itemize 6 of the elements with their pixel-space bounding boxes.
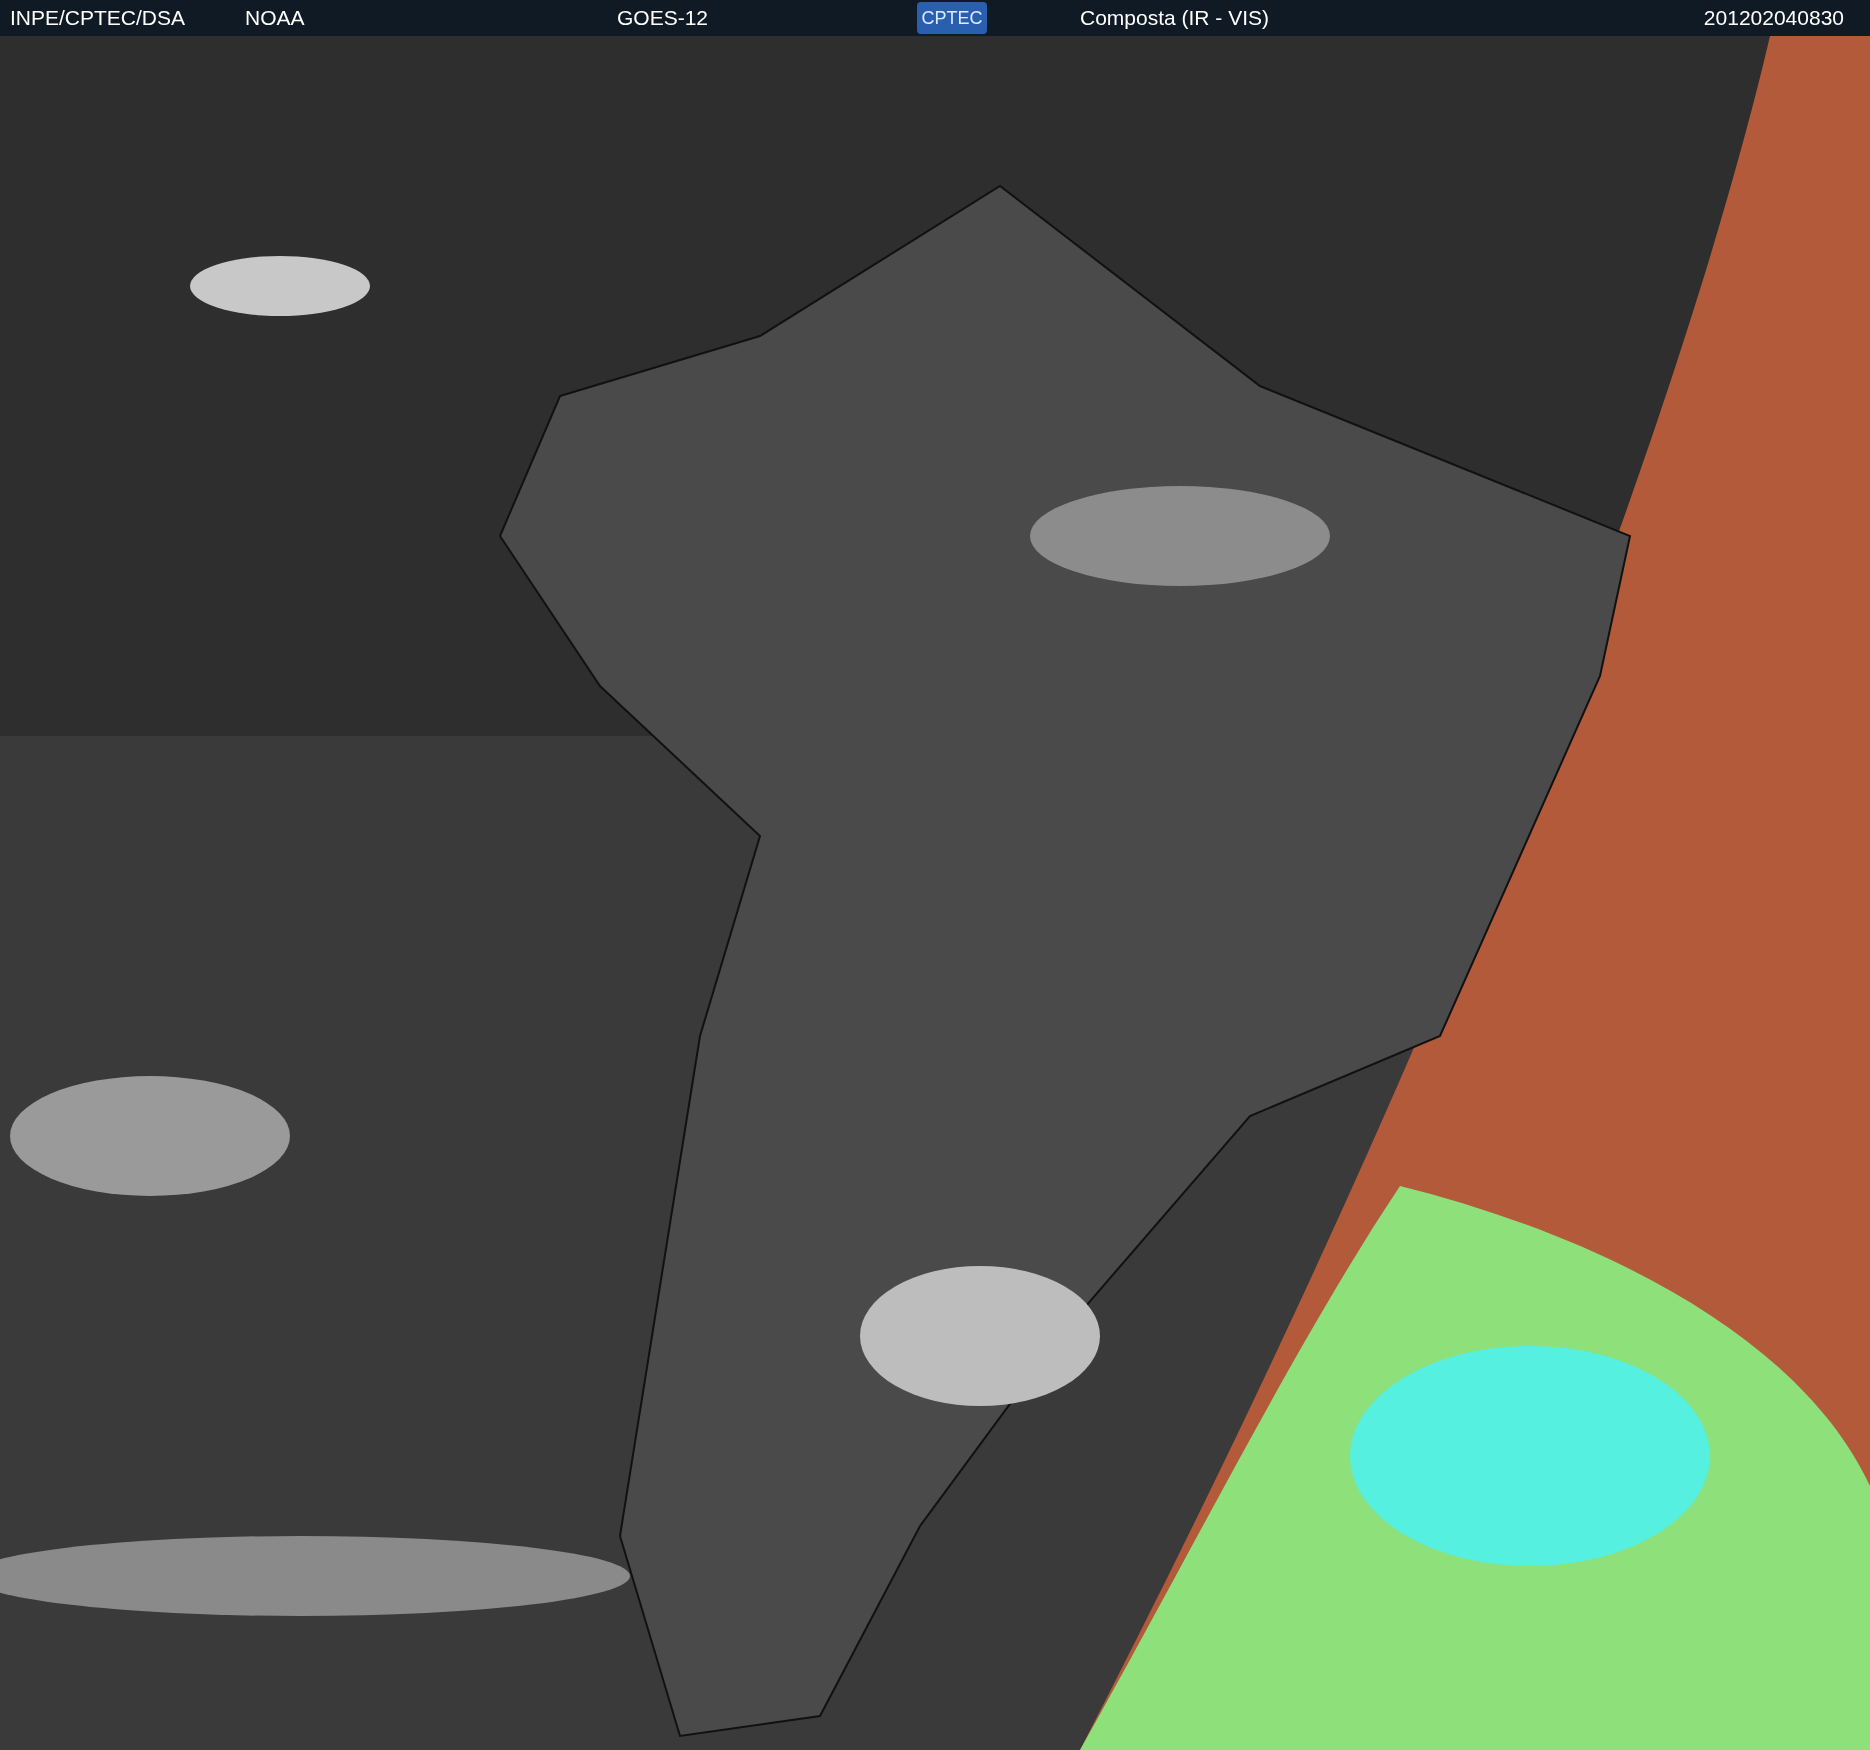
logo: CPTEC: [917, 2, 987, 34]
product-label: Composta (IR - VIS): [1080, 5, 1271, 32]
satellite-label: GOES-12: [617, 5, 710, 32]
timestamp-label: 201202040830: [1703, 5, 1844, 32]
source-label: INPE/CPTEC/DSA: [10, 5, 187, 32]
agency-label: NOAA: [245, 5, 306, 32]
